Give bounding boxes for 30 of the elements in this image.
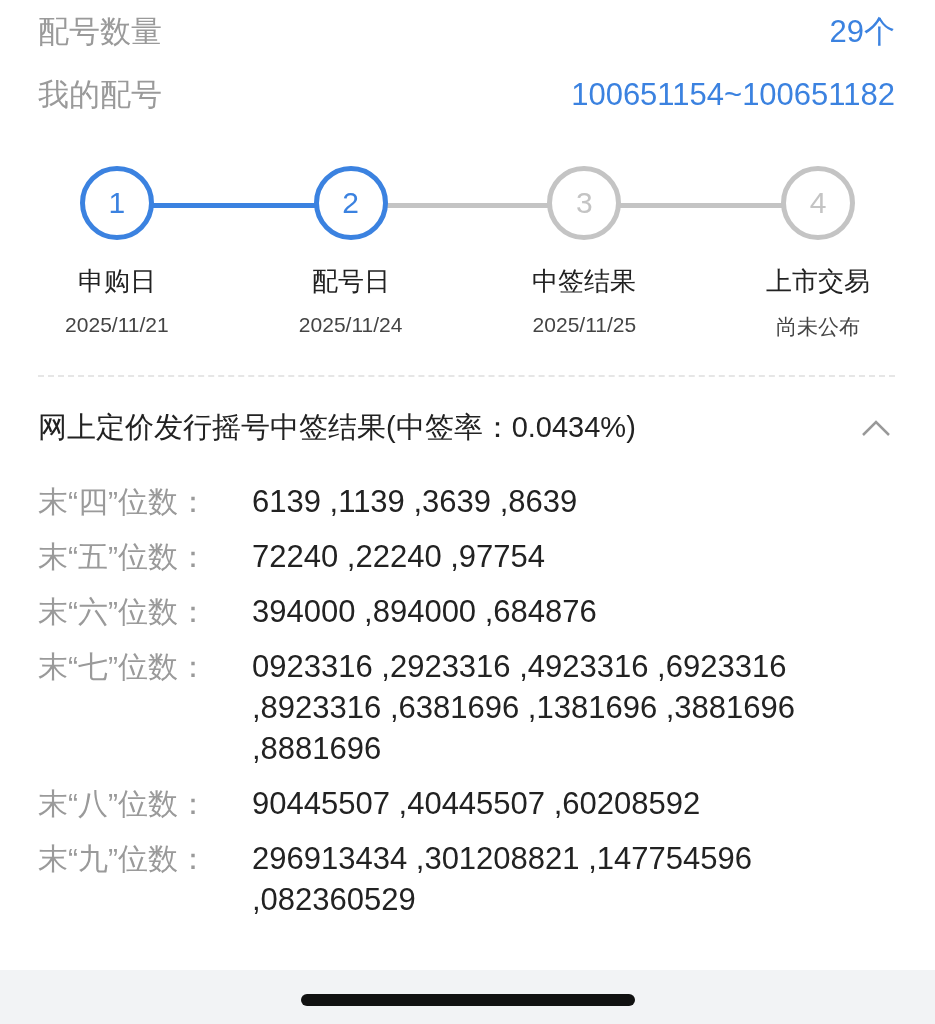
info-label: 我的配号 <box>38 75 162 114</box>
step-label: 配号日 <box>311 265 390 298</box>
digit-label: 末“五”位数： <box>38 539 209 575</box>
section-title: 网上定价发行摇号中签结果(中签率：0.0434%) <box>38 410 636 445</box>
step-label: 上市交易 <box>766 265 871 298</box>
step-circle: 3 <box>547 166 622 240</box>
digit-label: 末“六”位数： <box>38 594 209 630</box>
step-label: 申购日 <box>77 265 156 298</box>
info-value: 100651154~100651182 <box>571 76 895 113</box>
step-circle: 4 <box>781 166 856 240</box>
winning-numbers: 0923316 ,2923316 ,4923316 ,6923316 ,8923316 ,6381696 ,1381696 ,3881696 ,8881696 <box>252 648 797 768</box>
winning-numbers: 72240 ,22240 ,97754 <box>252 538 547 576</box>
step-circle: 1 <box>79 166 154 240</box>
winning-numbers: 6139 ,1139 ,3639 ,8639 <box>252 483 579 521</box>
digit-label: 末“七”位数： <box>38 649 209 685</box>
info-value: 29个 <box>829 12 895 51</box>
info-label: 配号数量 <box>38 12 162 51</box>
winning-numbers: 394000 ,894000 ,684876 <box>252 593 598 631</box>
step-date: 2025/11/24 <box>298 313 403 337</box>
digit-label: 末“四”位数： <box>38 484 209 520</box>
step-circle: 2 <box>313 166 388 240</box>
step-date: 2025/11/25 <box>532 313 637 337</box>
winning-numbers: 90445507 ,40445507 ,60208592 <box>252 785 702 823</box>
step-label: 中签结果 <box>532 265 637 298</box>
chevron-up-icon[interactable] <box>861 419 891 437</box>
winning-numbers: 296913434 ,301208821 ,147754596 ,082360529 <box>252 840 753 919</box>
digit-label: 末“八”位数： <box>38 786 209 822</box>
digit-label: 末“九”位数： <box>38 841 209 877</box>
step-date: 尚未公布 <box>776 314 861 340</box>
step-date: 2025/11/21 <box>65 313 169 337</box>
